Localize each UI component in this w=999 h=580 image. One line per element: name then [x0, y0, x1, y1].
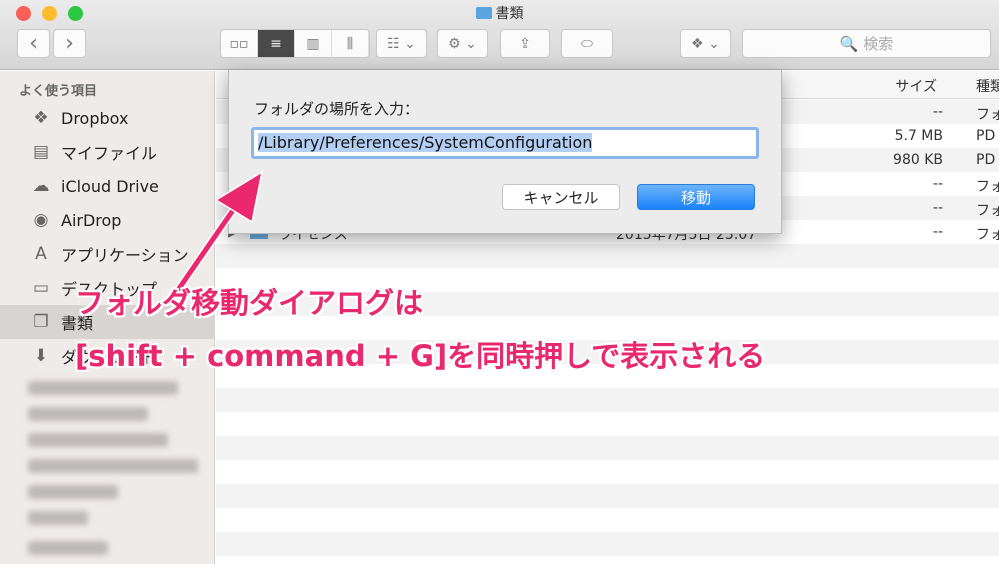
annotation-line1: フォルダ移動ダイアログは: [75, 286, 424, 320]
annotation-line2: [shift + command + G]を同時押しで表示される: [75, 339, 766, 373]
